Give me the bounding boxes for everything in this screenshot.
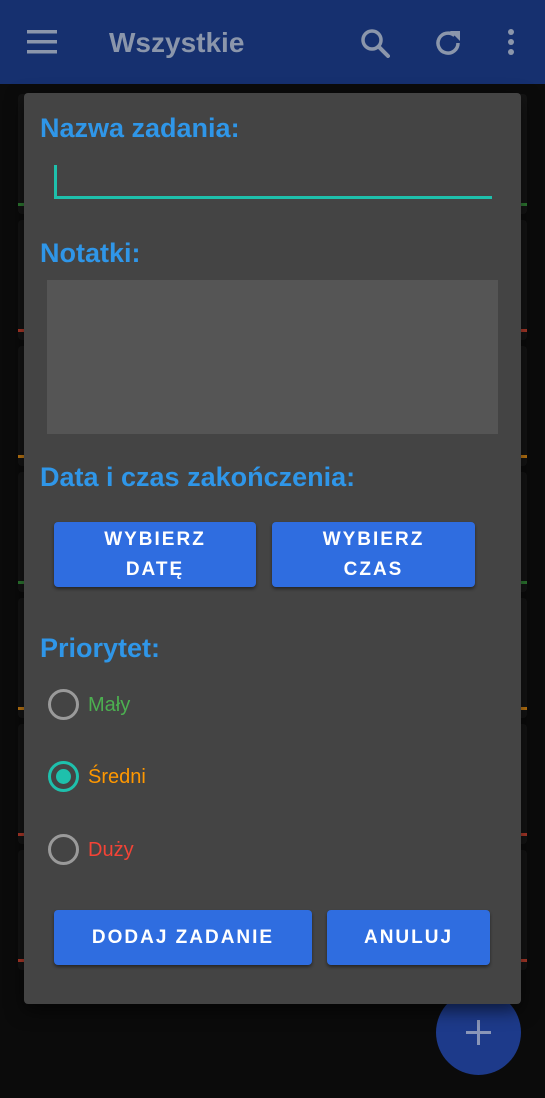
priority-option-label: Średni <box>88 766 146 788</box>
deadline-label: Data i czas zakończenia: <box>40 462 356 492</box>
screen: Wszystkie Nazwa zadania: Notatki: Data i… <box>0 0 545 1098</box>
pick-time-button[interactable]: WYBIERZ CZAS <box>272 522 475 587</box>
add-task-button[interactable]: DODAJ ZADANIE <box>54 910 312 965</box>
priority-stripe <box>521 203 527 206</box>
pick-date-button[interactable]: WYBIERZ DATĘ <box>54 522 256 587</box>
task-name-input[interactable] <box>54 161 492 201</box>
plus-icon <box>466 1020 491 1045</box>
input-underline <box>54 196 492 199</box>
priority-stripe <box>521 455 527 458</box>
priority-stripe <box>521 959 527 962</box>
priority-option-label: Duży <box>88 839 134 861</box>
priority-stripe <box>521 329 527 332</box>
app-bar: Wszystkie <box>0 0 545 84</box>
priority-option-low[interactable]: Mały <box>48 689 348 721</box>
radio-button[interactable] <box>48 689 79 720</box>
pick-time-label-line2: CZAS <box>343 558 404 580</box>
task-name-label: Nazwa zadania: <box>40 113 240 143</box>
priority-label: Priorytet: <box>40 633 161 663</box>
pick-time-label-line1: WYBIERZ <box>322 528 425 550</box>
cancel-button[interactable]: ANULUJ <box>327 910 490 965</box>
priority-stripe <box>521 707 527 710</box>
pick-date-label-line2: DATĘ <box>125 558 185 580</box>
radio-dot <box>56 769 71 784</box>
more-vert-icon[interactable] <box>500 28 522 58</box>
notes-input[interactable] <box>47 280 498 434</box>
priority-option-medium[interactable]: Średni <box>48 761 348 793</box>
add-task-dialog: Nazwa zadania: Notatki: Data i czas zako… <box>24 93 521 1004</box>
refresh-icon[interactable] <box>433 28 463 58</box>
pick-date-label-line1: WYBIERZ <box>104 528 206 550</box>
priority-stripe <box>521 833 527 836</box>
notes-label: Notatki: <box>40 238 141 268</box>
radio-button[interactable] <box>48 834 79 865</box>
menu-icon[interactable] <box>27 30 57 54</box>
radio-button-selected[interactable] <box>48 761 79 792</box>
priority-option-label: Mały <box>88 694 131 716</box>
priority-option-high[interactable]: Duży <box>48 834 348 866</box>
priority-stripe <box>521 581 527 584</box>
text-cursor <box>54 165 57 199</box>
search-icon[interactable] <box>360 28 390 58</box>
page-title: Wszystkie <box>109 27 245 58</box>
